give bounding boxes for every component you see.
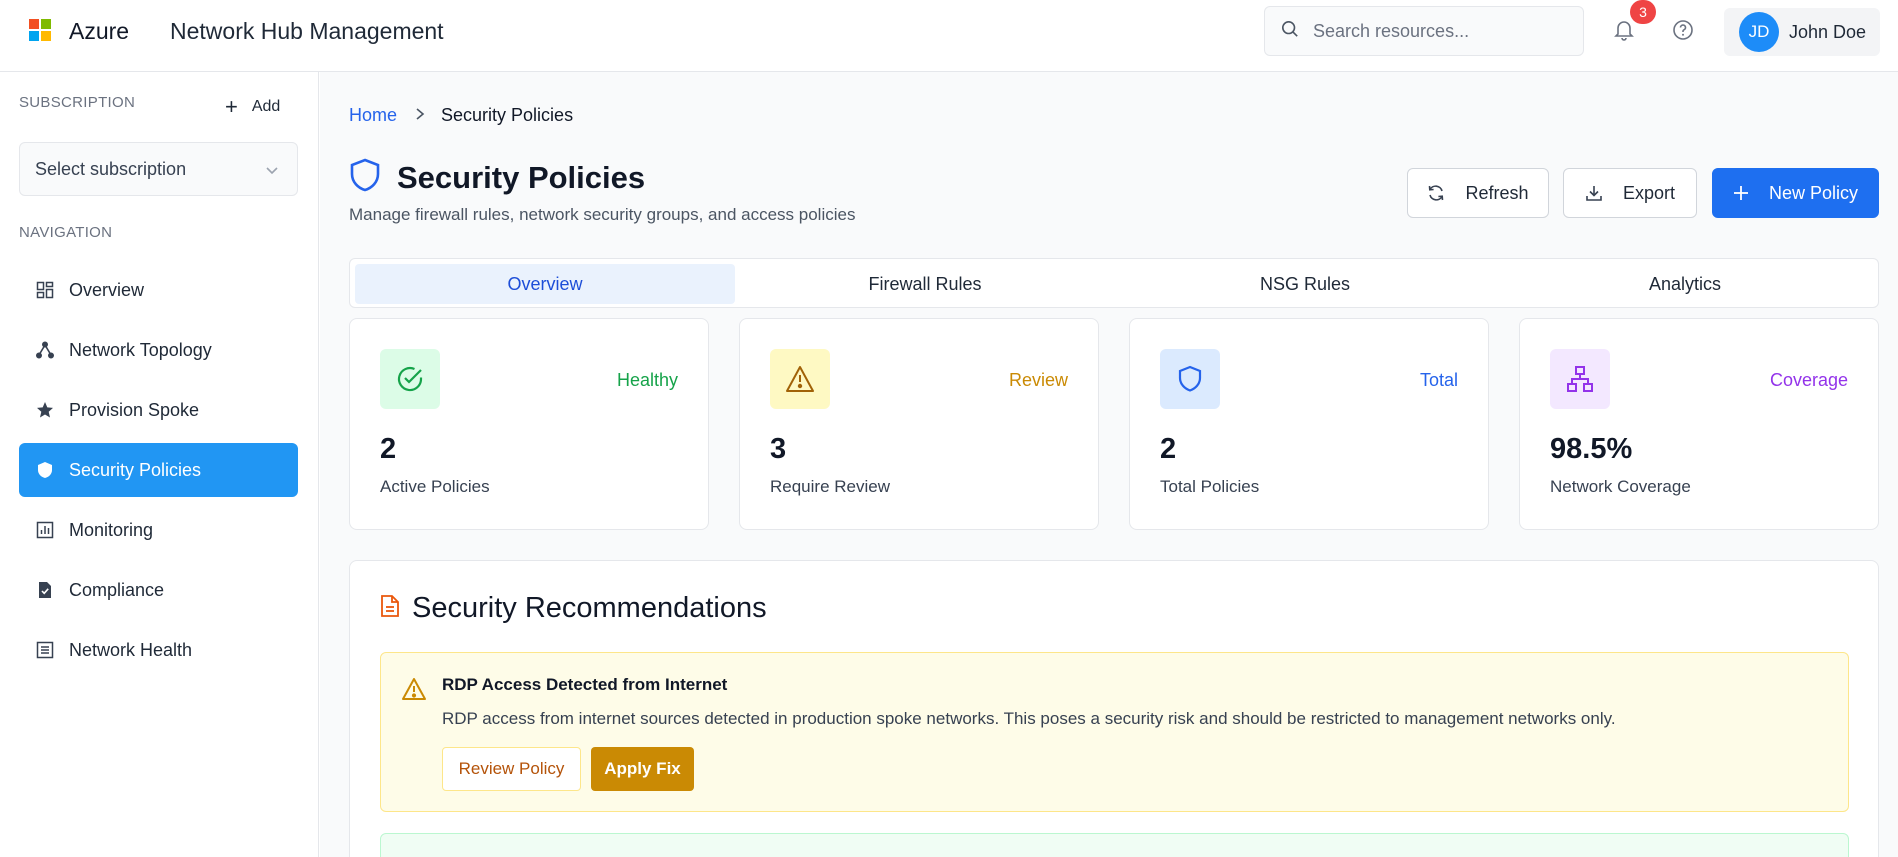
- stat-value: 3: [770, 433, 787, 465]
- dashboard-icon: [35, 280, 55, 300]
- bell-icon: [1614, 19, 1634, 46]
- brand-name: Azure: [69, 18, 130, 44]
- export-button[interactable]: Export: [1563, 168, 1697, 218]
- refresh-icon: [1427, 184, 1445, 202]
- status-badge: Healthy: [616, 370, 678, 390]
- section-title: Security Recommendations: [412, 592, 767, 624]
- check-circle-icon: [380, 349, 440, 409]
- notification-badge: 3: [1630, 0, 1656, 24]
- alert-description: RDP access from internet sources detecte…: [442, 709, 1616, 728]
- sidebar-item-label: Compliance: [69, 579, 165, 600]
- subscription-select[interactable]: Select subscription: [19, 142, 298, 196]
- network-icon: [1550, 349, 1610, 409]
- stat-value: 2: [380, 433, 397, 465]
- breadcrumb-current: Security Policies: [441, 105, 574, 125]
- shield-icon: [35, 460, 55, 480]
- document-icon: [380, 594, 400, 623]
- main-content: Home Security Policies Security Policies…: [320, 72, 1898, 857]
- stat-label: Network Coverage: [1550, 477, 1691, 496]
- tab-firewall-rules[interactable]: Firewall Rules: [735, 264, 1115, 304]
- add-subscription-button[interactable]: + Add: [225, 94, 280, 120]
- recommendation-alert: RDP Access Detected from Internet RDP ac…: [380, 652, 1849, 812]
- sidebar-item-security-policies[interactable]: Security Policies: [19, 443, 298, 497]
- microsoft-logo-icon: [29, 19, 51, 41]
- select-value: Select subscription: [35, 158, 187, 179]
- stat-value: 2: [1160, 433, 1177, 465]
- shield-icon: [349, 158, 381, 197]
- plus-icon: +: [225, 94, 238, 119]
- stat-label: Total Policies: [1160, 477, 1260, 496]
- checklist-icon: [35, 580, 55, 600]
- download-icon: [1585, 184, 1603, 202]
- refresh-button[interactable]: Refresh: [1407, 168, 1549, 218]
- status-badge: Total: [1419, 370, 1458, 390]
- breadcrumb: Home Security Policies: [349, 105, 573, 126]
- review-policy-button[interactable]: Review Policy: [442, 747, 581, 791]
- avatar: JD: [1739, 12, 1779, 52]
- stat-card-active-policies: Healthy 2 Active Policies: [349, 318, 709, 530]
- section-header: Security Recommendations: [380, 592, 767, 625]
- stat-card-require-review: Review 3 Require Review: [739, 318, 1099, 530]
- sidebar: SUBSCRIPTION + Add Select subscription N…: [0, 72, 319, 857]
- help-icon: [1672, 19, 1694, 46]
- warning-icon: [401, 677, 427, 706]
- sidebar-item-label: Network Topology: [69, 339, 212, 360]
- search-icon: [1281, 20, 1299, 43]
- sidebar-item-network-health[interactable]: Network Health: [19, 623, 298, 677]
- shield-icon: [1160, 349, 1220, 409]
- breadcrumb-home-link[interactable]: Home: [349, 105, 397, 126]
- tab-analytics[interactable]: Analytics: [1495, 264, 1875, 304]
- top-bar: Azure Network Hub Management 3 JD John D…: [0, 0, 1898, 72]
- stat-label: Active Policies: [380, 477, 490, 496]
- sidebar-item-label: Security Policies: [69, 459, 202, 480]
- apply-fix-button[interactable]: Apply Fix: [591, 747, 694, 791]
- sidebar-item-provision-spoke[interactable]: Provision Spoke: [19, 383, 298, 437]
- new-policy-label: New Policy: [1768, 182, 1859, 203]
- refresh-label: Refresh: [1465, 182, 1529, 203]
- star-icon: [35, 400, 55, 420]
- tab-nsg-rules[interactable]: NSG Rules: [1115, 264, 1495, 304]
- status-badge: Coverage: [1769, 370, 1848, 390]
- stat-label: Require Review: [770, 477, 890, 496]
- app-title: Network Hub Management: [170, 18, 444, 44]
- status-badge: Review: [1008, 370, 1068, 390]
- stat-card-total-policies: Total 2 Total Policies: [1129, 318, 1489, 530]
- list-icon: [35, 640, 55, 660]
- security-recommendations-panel: Security Recommendations RDP Access Dete…: [349, 560, 1879, 857]
- user-name: John Doe: [1789, 21, 1867, 42]
- tab-bar: Overview Firewall Rules NSG Rules Analyt…: [349, 258, 1879, 308]
- sidebar-item-label: Network Health: [69, 639, 193, 660]
- recommendation-alert-secondary: [380, 833, 1849, 857]
- warning-icon: [770, 349, 830, 409]
- new-policy-button[interactable]: New Policy: [1712, 168, 1879, 218]
- alert-title: RDP Access Detected from Internet: [442, 675, 728, 694]
- search-box[interactable]: [1264, 6, 1584, 56]
- chevron-down-icon: [265, 161, 279, 182]
- help-button[interactable]: [1667, 16, 1699, 48]
- subscription-label: SUBSCRIPTION: [19, 94, 136, 111]
- export-label: Export: [1622, 182, 1676, 203]
- stat-value: 98.5%: [1550, 433, 1633, 465]
- add-label: Add: [251, 98, 281, 115]
- chevron-right-icon: [415, 105, 425, 126]
- chart-icon: [35, 520, 55, 540]
- sidebar-item-compliance[interactable]: Compliance: [19, 563, 298, 617]
- page-header: Security Policies: [349, 158, 645, 197]
- page-title: Security Policies: [397, 159, 646, 195]
- sidebar-item-label: Monitoring: [69, 519, 154, 540]
- user-menu[interactable]: JD John Doe: [1724, 8, 1880, 56]
- plus-icon: [1733, 185, 1749, 201]
- sidebar-item-overview[interactable]: Overview: [19, 263, 298, 317]
- search-input[interactable]: [1313, 20, 1563, 42]
- tab-overview[interactable]: Overview: [355, 264, 735, 304]
- sidebar-item-label: Overview: [69, 279, 145, 300]
- sidebar-item-label: Provision Spoke: [69, 399, 200, 420]
- topology-icon: [35, 340, 55, 360]
- sidebar-item-network-topology[interactable]: Network Topology: [19, 323, 298, 377]
- navigation-label: NAVIGATION: [19, 224, 113, 241]
- sidebar-item-monitoring[interactable]: Monitoring: [19, 503, 298, 557]
- stat-card-network-coverage: Coverage 98.5% Network Coverage: [1519, 318, 1879, 530]
- page-subtitle: Manage firewall rules, network security …: [349, 205, 856, 224]
